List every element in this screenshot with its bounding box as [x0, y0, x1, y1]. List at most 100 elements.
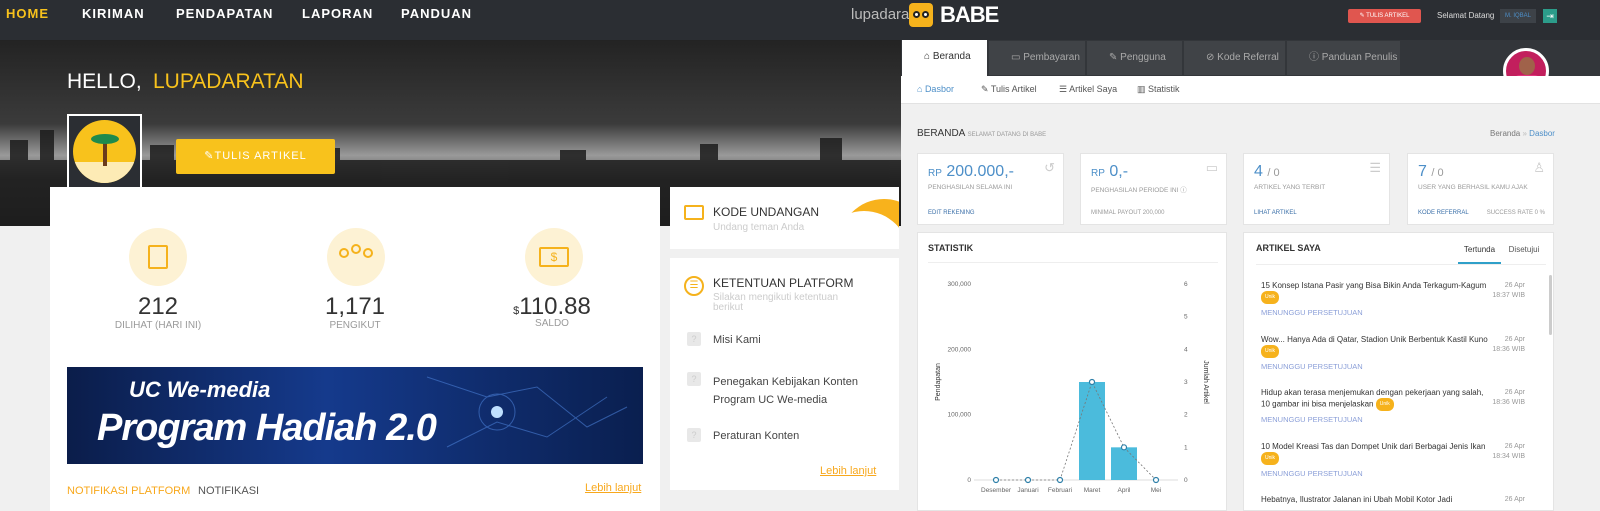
- rules-title: KETENTUAN PLATFORM: [713, 276, 854, 290]
- article-date: 26 Apr 18:34 WIB: [1492, 443, 1525, 460]
- article-date: 26 Apr: [1504, 496, 1525, 503]
- views-label: DILIHAT (HARI INI): [114, 320, 202, 331]
- article-date: 26 Apr 18:36 WIB: [1492, 336, 1525, 353]
- view-articles-link[interactable]: LIHAT ARTIKEL: [1254, 210, 1297, 216]
- user-name[interactable]: M. IQBAL: [1500, 9, 1536, 23]
- followers-count: 1,171: [324, 293, 386, 320]
- followers-label: PENGIKUT: [329, 320, 381, 331]
- promo-line2: Program Hadiah 2.0: [97, 407, 437, 449]
- status-label: MENUNGGU PERSETUJUAN: [1261, 308, 1363, 317]
- hero-username: LUPADARATAN: [153, 70, 304, 93]
- rules-more-link[interactable]: Lebih lanjut: [820, 465, 876, 477]
- card-icon: [684, 205, 704, 220]
- page-title: BERANDA SELAMAT DATANG DI BABE: [917, 128, 1047, 139]
- hero-write-article-button[interactable]: ✎TULIS ARTIKEL: [176, 139, 335, 174]
- y2-tick-label: 0: [1184, 477, 1188, 484]
- promo-banner[interactable]: UC We-media Program Hadiah 2.0: [67, 367, 643, 464]
- x-tick-label: Januari: [1017, 487, 1038, 494]
- wrench-icon: ✎: [1109, 52, 1121, 63]
- tab-pembayaran[interactable]: ▭ Pembayaran: [989, 41, 1085, 75]
- balance-label: SALDO: [535, 318, 569, 329]
- notifications-more-link[interactable]: Lebih lanjut: [585, 482, 641, 494]
- edit-account-link[interactable]: EDIT REKENING: [928, 210, 975, 216]
- pencil-icon: ✎: [981, 84, 991, 94]
- invite-title: KODE UNDANGAN: [713, 205, 820, 219]
- tab-kode-referral[interactable]: ⊘ Kode Referral: [1184, 41, 1285, 75]
- tab-pending[interactable]: Tertunda: [1458, 240, 1501, 264]
- status-label: MENUNGGU PERSETUJUAN: [1261, 469, 1363, 478]
- y-tick-label: 200,000: [948, 346, 972, 353]
- certificate-icon: [129, 228, 187, 286]
- rules-subtitle: Silakan mengikuti ketentuan berikut: [713, 292, 839, 313]
- views-count: 212: [137, 293, 179, 320]
- hello-label: HELLO,: [67, 70, 142, 93]
- question-icon: ?: [687, 372, 701, 386]
- statistics-title: STATISTIK: [928, 243, 974, 253]
- kpi-period-earnings: RP 0,- PENGHASILAN PERIODE INI ⓘ MINIMAL…: [1080, 153, 1227, 225]
- data-point: [1024, 476, 1032, 484]
- welcome-text: Selamat Datang: [1437, 11, 1495, 20]
- info-icon: ⓘ: [1180, 187, 1187, 194]
- y2-tick-label: 3: [1184, 379, 1188, 386]
- nav-pendapatan[interactable]: PENDAPATAN: [176, 0, 273, 28]
- nav-panduan[interactable]: PANDUAN: [401, 0, 472, 28]
- y-tick-label: 100,000: [948, 412, 972, 419]
- nav-kiriman[interactable]: KIRIMAN: [82, 0, 145, 28]
- tab-notifications[interactable]: NOTIFIKASI: [198, 485, 259, 497]
- question-icon: ?: [687, 428, 701, 442]
- scrollbar[interactable]: [1549, 275, 1552, 335]
- subnav-dasbor[interactable]: ⌂ Dasbor: [917, 84, 954, 94]
- tab-approved[interactable]: Disetujui: [1504, 240, 1544, 264]
- header-write-article-button[interactable]: ✎ TULIS ARTIKEL: [1348, 9, 1421, 23]
- subnav-my-articles[interactable]: ☰ Artikel Saya: [1059, 84, 1117, 95]
- followers-icon: [327, 228, 385, 286]
- list-item[interactable]: Hebatnya, Ilustrator Jalanan ini Ubah Mo…: [1261, 494, 1491, 505]
- link-icon: ⊘: [1206, 52, 1218, 63]
- rules-item-content[interactable]: Peraturan Konten: [713, 430, 799, 442]
- folder-icon: ▭: [1205, 160, 1218, 175]
- tab-panduan-penulis[interactable]: ⓘ Panduan Penulis: [1287, 41, 1400, 75]
- nav-home[interactable]: HOME: [6, 0, 49, 28]
- brand-logo[interactable]: BABE: [940, 2, 999, 28]
- bar: [1111, 447, 1137, 480]
- data-point: [1120, 444, 1128, 451]
- info-icon: ⓘ: [1309, 52, 1322, 63]
- article-date: 26 Apr 18:36 WIB: [1492, 389, 1525, 406]
- avatar[interactable]: [67, 114, 142, 189]
- statistics-chart: 0 100,000 200,000 300,000 0 1 2 3 4 5 6 Pendapatan J…: [935, 281, 1209, 494]
- y2-tick-label: 1: [1184, 444, 1188, 451]
- rules-item-mission[interactable]: Misi Kami: [713, 334, 761, 346]
- bar: [1079, 382, 1105, 480]
- tab-platform-notifications[interactable]: NOTIFIKASI PLATFORM: [67, 485, 190, 497]
- tab-pengguna[interactable]: ✎ Pengguna: [1087, 41, 1182, 75]
- referral-code-link[interactable]: KODE REFERRAL: [1418, 210, 1469, 216]
- pencil-icon: ✎: [204, 150, 215, 162]
- brand-mascot-icon: [909, 3, 933, 27]
- list-icon: ☰: [1369, 160, 1381, 175]
- list-item[interactable]: Wow... Hanya Ada di Qatar, Stadion Unik …: [1261, 334, 1491, 371]
- status-label: MENUNGGU PERSETUJUAN: [1261, 415, 1363, 424]
- article-date: 26 Apr 18:37 WIB: [1492, 282, 1525, 299]
- tab-beranda[interactable]: ⌂ Beranda: [902, 40, 987, 76]
- rules-item-policy[interactable]: Penegakan Kebijakan Konten Program UC We…: [713, 373, 873, 409]
- card-icon: ▭: [1011, 52, 1024, 63]
- list-item[interactable]: Hidup akan terasa menjemukan dengan peke…: [1261, 387, 1491, 424]
- list-item[interactable]: 10 Model Kreasi Tas dan Dompet Unik dari…: [1261, 441, 1491, 478]
- subnav-statistics[interactable]: ▥ Statistik: [1137, 84, 1180, 95]
- x-tick-label: April: [1117, 487, 1131, 494]
- divider: [1256, 264, 1546, 265]
- breadcrumb: Beranda » Dasbor: [1490, 129, 1555, 138]
- logout-icon[interactable]: ⇥: [1543, 9, 1557, 23]
- x-tick-label: Maret: [1084, 487, 1101, 494]
- home-icon: ⌂: [924, 51, 933, 62]
- divider: [928, 262, 1218, 263]
- list-item[interactable]: 15 Konsep Istana Pasir yang Bisa Bikin A…: [1261, 280, 1491, 317]
- data-point: [992, 476, 1000, 484]
- y2-tick-label: 4: [1184, 346, 1188, 353]
- y-axis-label: Pendapatan: [935, 363, 942, 401]
- status-label: MENUNGGU PERSETUJUAN: [1261, 362, 1363, 371]
- subnav-write-article[interactable]: ✎ Tulis Artikel: [981, 84, 1037, 95]
- history-icon: ↺: [1044, 160, 1055, 175]
- y2-tick-label: 2: [1184, 412, 1188, 419]
- nav-laporan[interactable]: LAPORAN: [302, 0, 373, 28]
